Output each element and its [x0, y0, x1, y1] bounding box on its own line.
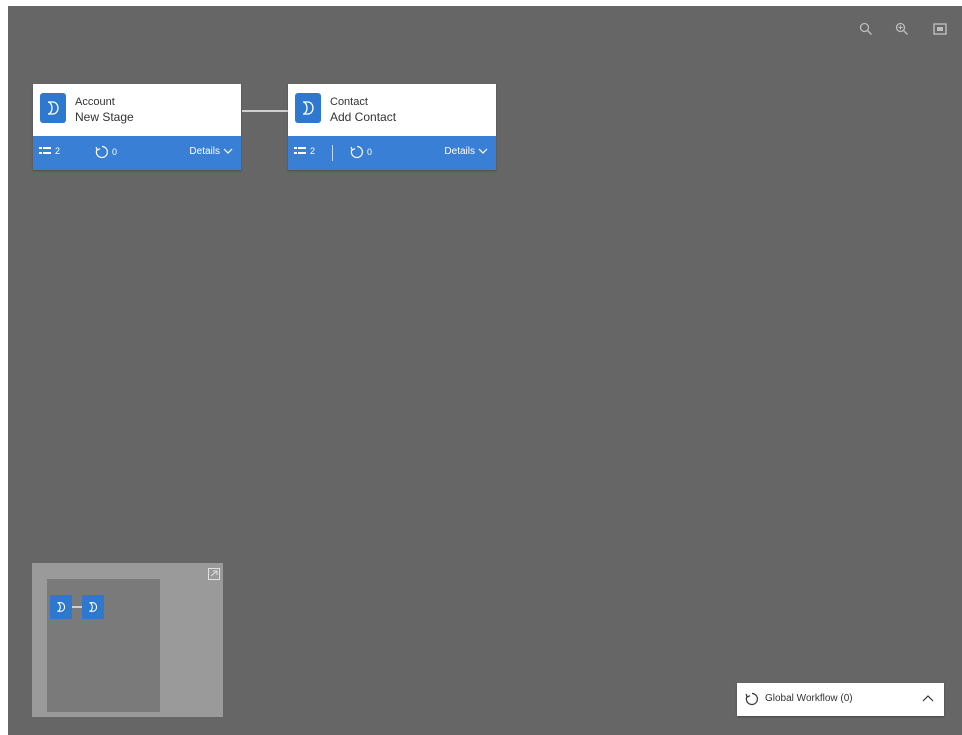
stage-icon	[57, 602, 66, 612]
global-workflow-panel[interactable]: Global Workflow (0)	[737, 683, 944, 716]
minimap-viewport[interactable]	[47, 579, 160, 712]
stage-card-footer: 2 0 Details	[33, 136, 241, 170]
stage-name: Add Contact	[330, 110, 397, 124]
details-button[interactable]: Details	[189, 146, 233, 157]
chevron-down-icon	[223, 148, 233, 154]
workflows-count-value: 0	[367, 147, 373, 157]
minimap-collapse-button[interactable]	[208, 567, 220, 580]
stage-card-account[interactable]: Account New Stage 2 0 Details	[33, 84, 241, 170]
details-label: Details	[444, 146, 475, 157]
stage-connector	[242, 110, 288, 112]
stage-card-header[interactable]: Account New Stage	[33, 84, 241, 136]
minimap[interactable]	[32, 563, 223, 717]
workflow-icon	[95, 145, 108, 159]
stage-entity: Account	[75, 96, 115, 108]
zoom-in-icon	[895, 22, 908, 35]
stage-name: New Stage	[75, 110, 134, 124]
steps-icon	[39, 147, 51, 154]
zoom-in-button[interactable]	[891, 18, 913, 40]
stage-card-footer: 2 0 Details	[288, 136, 496, 170]
workflows-count: 0	[95, 145, 117, 159]
zoom-out-button[interactable]	[855, 18, 877, 40]
footer-divider	[332, 145, 333, 161]
global-workflow-label: Global Workflow (0)	[765, 693, 853, 704]
stage-icon	[89, 602, 98, 612]
stage-icon	[295, 93, 321, 123]
stage-entity: Contact	[330, 96, 368, 108]
collapse-icon	[208, 568, 220, 580]
workflow-icon	[350, 145, 363, 159]
steps-icon	[294, 147, 306, 154]
workflows-count: 0	[350, 145, 372, 159]
stage-card-contact[interactable]: Contact Add Contact 2 0 Details	[288, 84, 496, 170]
details-button[interactable]: Details	[444, 146, 488, 157]
fit-to-screen-icon	[933, 23, 947, 35]
process-designer-canvas[interactable]: Account New Stage 2 0 Details Contact Ad…	[8, 6, 962, 735]
workflows-count-value: 0	[112, 147, 118, 157]
minimap-stage-node	[82, 595, 104, 619]
minimap-stage-node	[50, 595, 72, 619]
chevron-up-icon[interactable]	[922, 694, 934, 702]
steps-count: 2	[294, 146, 315, 156]
details-label: Details	[189, 146, 220, 157]
stage-card-header[interactable]: Contact Add Contact	[288, 84, 496, 136]
chevron-down-icon	[478, 148, 488, 154]
steps-count-value: 2	[55, 146, 61, 156]
workflow-icon	[745, 692, 758, 706]
fit-to-screen-button[interactable]	[929, 18, 951, 40]
steps-count-value: 2	[310, 146, 316, 156]
zoom-out-icon	[859, 22, 872, 35]
steps-count: 2	[39, 146, 60, 156]
stage-icon	[40, 93, 66, 123]
